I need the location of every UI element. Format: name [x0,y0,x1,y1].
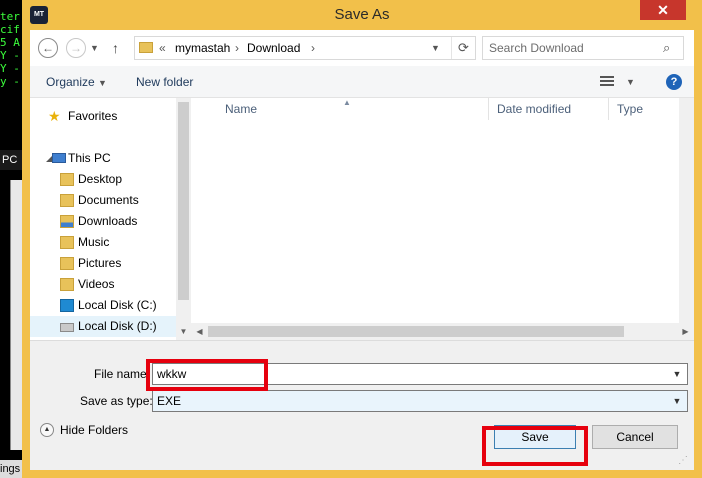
nav-item-label: Music [78,235,110,249]
breadcrumb-overflow[interactable]: « [159,37,166,59]
background-bottom-label: ings [0,460,22,478]
title-bar[interactable]: MT Save As ✕ [22,0,702,30]
nav-item-label: Local Disk (C:) [78,298,157,312]
forward-arrow-icon[interactable]: → [66,38,86,58]
nav-item-desktop[interactable]: Desktop [30,169,176,190]
up-arrow-icon[interactable]: ↑ [112,38,119,58]
save-as-type-label: Save as type: [80,394,153,408]
close-button[interactable]: ✕ [640,0,686,20]
nav-item-label: Desktop [78,172,123,186]
file-name-chevron-down-icon[interactable]: ▼ [669,364,685,384]
nav-item-label: Downloads [78,214,138,228]
column-header-label: Name [225,102,258,116]
save-as-type-value: EXE [157,394,182,408]
nav-item-local-disk-d[interactable]: Local Disk (D:) [30,316,176,337]
sort-ascending-icon: ▲ [343,98,351,107]
file-list-horizontal-scrollbar[interactable]: ◀ ▶ [191,323,694,340]
back-arrow-icon[interactable]: ← [38,38,58,58]
nav-item-label: This PC [68,151,111,165]
breadcrumb-item-mymastah[interactable]: mymastah [175,37,230,59]
nav-item-videos[interactable]: Videos [30,274,176,295]
nav-item-documents[interactable]: Documents [30,190,176,211]
breadcrumb-item-download[interactable]: Download [247,37,300,59]
organize-label: Organize [46,75,95,89]
background-terminal: ter cif 5 A Y - Y - y - PC ings [0,0,22,478]
new-folder-button[interactable]: New folder [136,66,193,98]
nav-item-label: Pictures [78,256,122,270]
nav-item-label: Favorites [68,109,118,123]
refresh-icon[interactable]: ⟳ [451,37,475,59]
hide-folders-label: Hide Folders [60,423,129,437]
organize-button[interactable]: Organize ▼ [46,66,107,99]
nav-item-label: Videos [78,277,115,291]
save-as-dialog: MT Save As ✕ ← → ▼ ↑ « mymastah › Downlo… [22,0,702,478]
background-pc-label: PC [0,150,22,170]
documents-folder-icon [60,194,74,207]
nav-scrollbar-thumb[interactable] [178,102,189,300]
address-row: ← → ▼ ↑ « mymastah › Download › ▼ ⟳ ⌕ [30,30,694,66]
column-header-type[interactable]: Type [609,98,679,120]
star-icon: ★ [48,108,61,124]
pictures-folder-icon [60,257,74,270]
scroll-down-arrow-icon[interactable]: ▼ [176,324,191,339]
computer-icon [52,153,66,163]
resize-grip-icon[interactable]: ⋰ [678,454,692,468]
nav-item-label: Local Disk (D:) [78,319,157,333]
save-options-area: File name: ▼ Save as type: EXE ▼ ▲ Hide … [30,340,694,470]
dialog-body: ← → ▼ ↑ « mymastah › Download › ▼ ⟳ ⌕ Or… [30,30,694,470]
search-input[interactable] [489,40,659,56]
nav-item-favorites[interactable]: ★ Favorites [30,106,176,127]
breadcrumb-separator[interactable]: › [311,37,315,59]
view-chevron-down-icon[interactable]: ▼ [626,66,635,98]
navigation-pane: ★ Favorites ◢ This PC Desktop Documents … [30,98,191,340]
background-panel [10,180,22,450]
command-bar: Organize ▼ New folder ▼ ? [30,66,694,98]
highlight-box-save [482,426,588,466]
scroll-left-arrow-icon[interactable]: ◀ [191,323,208,340]
cancel-button[interactable]: Cancel [592,425,678,449]
folder-icon [60,173,74,186]
dialog-title: Save As [334,6,390,23]
save-as-type-chevron-down-icon[interactable]: ▼ [669,391,685,411]
horizontal-scrollbar-thumb[interactable] [208,326,624,337]
search-box[interactable]: ⌕ [482,36,684,60]
nav-item-label: Documents [78,193,139,207]
column-header-label: Date modified [497,102,572,116]
music-folder-icon [60,236,74,249]
file-name-label: File name: [94,367,151,381]
downloads-folder-icon [60,215,74,228]
folder-icon [139,42,153,53]
help-icon[interactable]: ? [666,74,682,90]
nav-item-local-disk-c[interactable]: Local Disk (C:) [30,295,176,316]
recent-locations-chevron-down-icon[interactable]: ▼ [90,38,99,58]
nav-item-this-pc[interactable]: ◢ This PC [30,148,176,169]
breadcrumb-separator[interactable]: › [235,37,239,59]
save-as-type-select[interactable]: EXE ▼ [152,390,688,412]
view-options-icon[interactable] [600,76,614,88]
windows-disk-icon [60,299,74,312]
address-bar[interactable]: « mymastah › Download › ▼ ⟳ [134,36,476,60]
address-chevron-down-icon[interactable]: ▼ [431,37,440,59]
column-header-name[interactable]: Name ▲ [211,98,489,120]
file-list-pane: Name ▲ Date modified Type ◀ ▶ [191,98,694,340]
nav-item-pictures[interactable]: Pictures [30,253,176,274]
videos-folder-icon [60,278,74,291]
disk-icon [60,323,74,332]
chevron-up-icon: ▲ [40,423,54,437]
nav-item-music[interactable]: Music [30,232,176,253]
column-header-label: Type [617,102,644,116]
nav-item-downloads[interactable]: Downloads [30,211,176,232]
terminal-text: ter cif 5 A Y - Y - y - [0,10,20,88]
scroll-right-arrow-icon[interactable]: ▶ [677,323,694,340]
column-header-date-modified[interactable]: Date modified [489,98,609,120]
chevron-down-icon: ▼ [98,78,107,88]
search-icon[interactable]: ⌕ [663,37,670,59]
file-list-vertical-scrollbar[interactable] [679,98,694,323]
highlight-box-file-name [146,359,268,391]
